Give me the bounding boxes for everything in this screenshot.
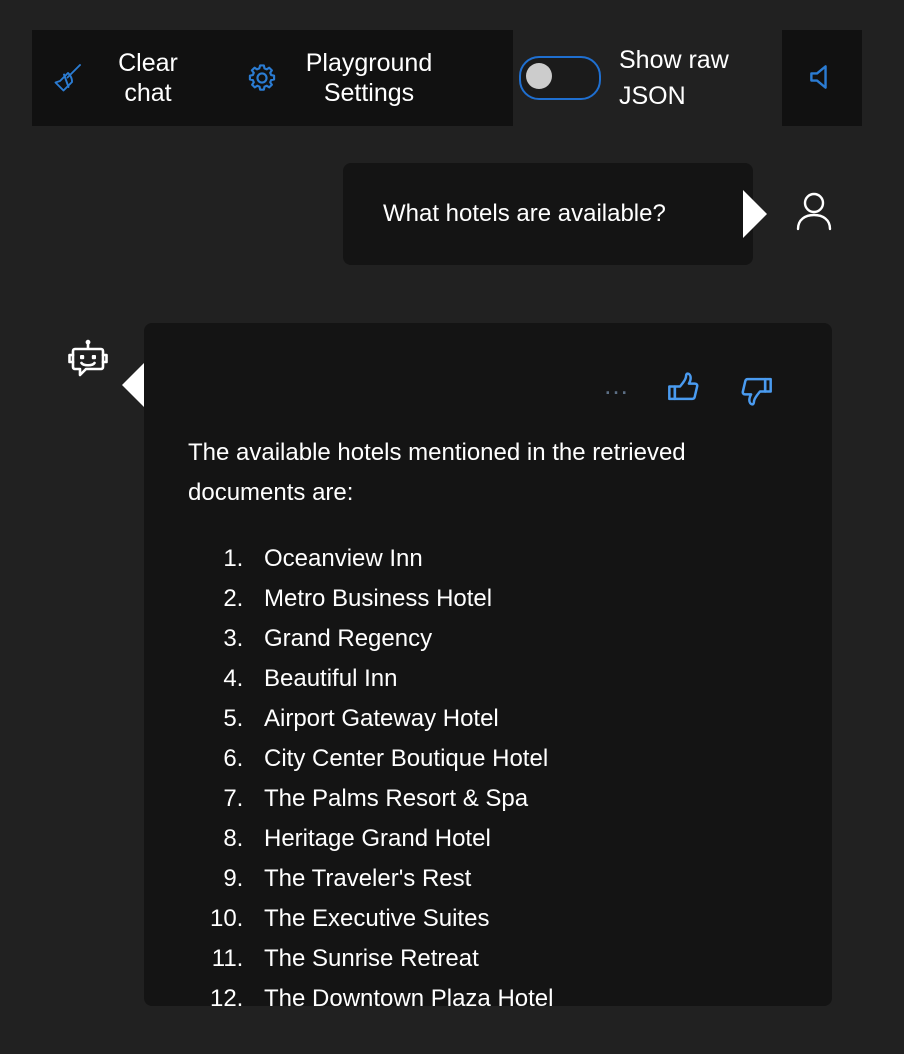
thumbs-down-icon[interactable] [736, 369, 776, 409]
list-item: The Sunrise Retreat [250, 939, 802, 979]
top-toolbar: Clear chat Playground Settings Show raw … [0, 30, 904, 126]
list-item: Grand Regency [250, 619, 802, 659]
hotel-list: Oceanview InnMetro Business HotelGrand R… [188, 539, 802, 1006]
list-item: Heritage Grand Hotel [250, 819, 802, 859]
bot-message-bubble: … The available hotels mentioned in the … [144, 323, 832, 1006]
toggle-knob [526, 63, 552, 89]
show-raw-json-toggle-group[interactable]: Show raw JSON [519, 30, 769, 126]
playground-settings-button[interactable]: Playground Settings [234, 30, 454, 126]
more-options-icon[interactable]: … [603, 372, 632, 406]
user-message-bubble: What hotels are available? [343, 163, 753, 265]
speaker-mute-icon [805, 60, 839, 97]
clear-chat-button[interactable]: Clear chat [40, 30, 206, 126]
toolbar-panel: Clear chat Playground Settings [32, 30, 513, 126]
show-raw-json-toggle[interactable] [519, 56, 601, 100]
bot-message-body: The available hotels mentioned in the re… [188, 433, 802, 1006]
speaker-mute-button[interactable] [782, 30, 862, 126]
gear-icon [234, 62, 290, 94]
list-item: Metro Business Hotel [250, 579, 802, 619]
user-message-row: What hotels are available? [0, 163, 904, 265]
list-item: Airport Gateway Hotel [250, 699, 802, 739]
list-item: The Executive Suites [250, 899, 802, 939]
bot-message-paragraph: The available hotels mentioned in the re… [188, 439, 686, 506]
user-bubble-tail [743, 190, 767, 238]
clear-chat-label: Clear chat [118, 49, 178, 107]
list-item: Beautiful Inn [250, 659, 802, 699]
robot-icon [64, 339, 112, 387]
list-item: The Downtown Plaza Hotel [250, 979, 802, 1006]
bot-message-actions: … [603, 369, 776, 409]
thumbs-up-icon[interactable] [664, 369, 704, 409]
broom-icon [40, 61, 96, 95]
list-item: The Traveler's Rest [250, 859, 802, 899]
user-avatar [786, 185, 842, 241]
chat-transcript: What hotels are available? … The availab… [0, 126, 904, 1054]
show-raw-json-label: Show raw JSON [619, 46, 729, 110]
list-item: Oceanview Inn [250, 539, 802, 579]
list-item: City Center Boutique Hotel [250, 739, 802, 779]
user-message-text: What hotels are available? [383, 200, 666, 227]
list-item: The Palms Resort & Spa [250, 779, 802, 819]
playground-settings-label: Playground Settings [305, 49, 433, 107]
